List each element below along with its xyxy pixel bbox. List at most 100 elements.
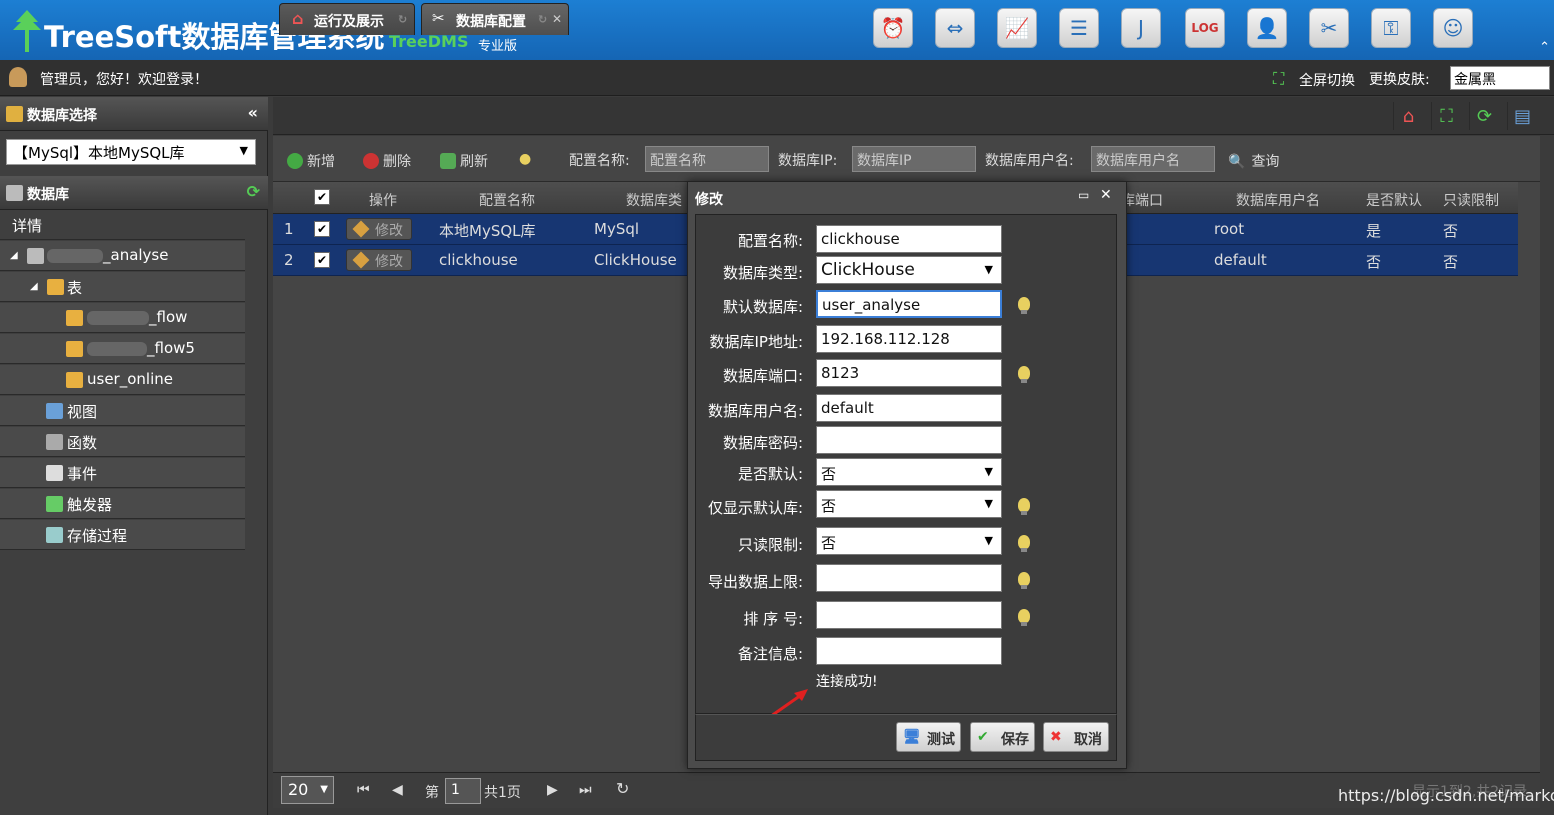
field-label: 数据库IP地址: <box>709 333 803 351</box>
db-password-field[interactable] <box>816 426 1002 454</box>
db-user-field[interactable]: default <box>816 394 1002 422</box>
query-button[interactable]: 🔍 查询 <box>1228 151 1279 171</box>
page-size-select[interactable]: 20 ▼ <box>281 776 334 804</box>
user-admin-icon[interactable]: 👤 <box>1247 8 1287 48</box>
fullscreen-icon[interactable]: ⛶ <box>1431 102 1461 130</box>
col-header-user[interactable]: 数据库用户名 <box>1236 190 1320 210</box>
tab-refresh-icon[interactable]: ↻ <box>398 13 407 26</box>
db-select-dropdown[interactable]: 【MySql】本地MySQL库 ▼ <box>6 139 256 165</box>
test-button[interactable]: 🖥 测试 <box>896 722 961 752</box>
maximize-icon[interactable]: ▭ <box>1078 188 1089 202</box>
row-checkbox[interactable]: ✔ <box>314 252 330 268</box>
is-default-select[interactable]: 否 ▼ <box>816 458 1002 486</box>
db-port-field[interactable]: 8123 <box>816 359 1002 387</box>
readonly-select[interactable]: 否 ▼ <box>816 527 1002 555</box>
user-icon <box>9 67 27 87</box>
chart-icon[interactable]: 📈 <box>997 8 1037 48</box>
cancel-button[interactable]: ✖ 取消 <box>1043 722 1109 752</box>
config-name-input[interactable]: 配置名称 <box>645 146 769 172</box>
tree-item-functions[interactable]: 函数 <box>0 427 245 457</box>
welcome-text: 管理员，您好！欢迎登录！ <box>40 72 208 88</box>
pencil-icon <box>352 220 370 238</box>
home-icon[interactable]: ⌂ <box>1393 102 1423 130</box>
database-icon <box>6 185 23 201</box>
tab-db-config[interactable]: ✂ 数据库配置 ↻ ✕ <box>421 3 569 35</box>
window-icon[interactable]: ▤ <box>1507 102 1537 130</box>
select-all-checkbox[interactable]: ✔ <box>314 189 330 205</box>
refresh-tree-icon[interactable]: ⟳ <box>247 182 260 201</box>
col-header-readonly[interactable]: 只读限制 <box>1443 190 1499 210</box>
tip-bulb-icon[interactable] <box>1018 572 1030 589</box>
field-label: 默认数据库: <box>722 298 803 316</box>
add-button[interactable]: 新增 <box>287 151 335 171</box>
field-label: 数据库用户名: <box>707 402 803 420</box>
tree-item-views[interactable]: 视图 <box>0 396 245 426</box>
save-button[interactable]: ✔ 保存 <box>970 722 1035 752</box>
transfer-icon[interactable]: ⇔ <box>935 8 975 48</box>
tools-icon[interactable]: ✂ <box>1309 8 1349 48</box>
table-icon <box>66 341 83 357</box>
config-name-field[interactable]: clickhouse <box>816 225 1002 253</box>
remarks-field[interactable] <box>816 637 1002 665</box>
tree-item-events[interactable]: 事件 <box>0 458 245 488</box>
tab-run-display[interactable]: ⌂ 运行及展示 ↻ <box>279 3 415 35</box>
fullscreen-icon[interactable]: ⛶ <box>1273 69 1293 89</box>
collapse-header-icon[interactable]: ⌃ <box>1539 40 1550 55</box>
tree-item-triggers[interactable]: 触发器 <box>0 489 245 519</box>
tree-item-table[interactable]: _flow <box>0 303 245 333</box>
refresh-button[interactable]: 刷新 <box>440 151 488 171</box>
col-header-type[interactable]: 数据库类 <box>626 190 682 210</box>
collapse-left-icon[interactable]: « <box>248 103 258 122</box>
tree-item-database[interactable]: ◢ _analyse <box>0 241 245 271</box>
fullscreen-toggle[interactable]: 全屏切换 <box>1299 70 1355 90</box>
sort-order-field[interactable] <box>816 601 1002 629</box>
tree-item-table[interactable]: user_online <box>0 365 245 395</box>
edit-button[interactable]: 修改 <box>346 249 412 271</box>
blurred-text <box>47 249 103 263</box>
skin-select[interactable]: 金属黑 <box>1450 66 1550 90</box>
delete-button[interactable]: 删除 <box>363 151 411 171</box>
reload-icon[interactable]: ↻ <box>616 779 629 798</box>
tab-close-icon[interactable]: ✕ <box>552 12 562 26</box>
refresh-icon[interactable]: ⟳ <box>1469 102 1499 130</box>
export-limit-field[interactable] <box>816 564 1002 592</box>
page-number-input[interactable]: 1 <box>445 778 481 804</box>
tree-item-table[interactable]: _flow5 <box>0 334 245 364</box>
db-user-input[interactable]: 数据库用户名 <box>1091 146 1215 172</box>
tip-bulb-icon[interactable] <box>1018 498 1030 515</box>
key-icon[interactable]: ⚿ <box>1371 8 1411 48</box>
col-header-port[interactable]: 库端口 <box>1121 190 1163 210</box>
tree-item-tables[interactable]: ◢ 表 <box>0 272 245 302</box>
log-icon[interactable]: LOG <box>1185 8 1225 48</box>
person-icon[interactable]: ☺ <box>1433 8 1473 48</box>
tree-item-detail[interactable]: 详情 <box>0 210 245 240</box>
field-label: 数据库端口: <box>722 367 803 385</box>
db-ip-input[interactable]: 数据库IP <box>852 146 976 172</box>
prev-page-icon[interactable]: ◀ <box>392 782 403 798</box>
clock-icon[interactable]: ⏰ <box>873 8 913 48</box>
tip-bulb-icon[interactable] <box>1018 535 1030 552</box>
last-page-icon[interactable]: ⏭ <box>579 782 592 798</box>
col-header-name[interactable]: 配置名称 <box>479 190 535 210</box>
next-page-icon[interactable]: ▶ <box>547 782 558 798</box>
tip-bulb-icon[interactable]: ● <box>519 151 531 167</box>
default-db-field[interactable]: user_analyse <box>816 290 1002 318</box>
java-icon[interactable]: J <box>1121 8 1161 48</box>
tip-bulb-icon[interactable] <box>1018 609 1030 626</box>
row-checkbox[interactable]: ✔ <box>314 221 330 237</box>
tip-bulb-icon[interactable] <box>1018 297 1030 314</box>
edit-button[interactable]: 修改 <box>346 218 412 240</box>
db-select-value: 【MySql】本地MySQL库 <box>13 144 185 162</box>
tree-item-procedures[interactable]: 存储过程 <box>0 520 245 550</box>
page-total: 共1页 <box>484 785 521 801</box>
col-header-default[interactable]: 是否默认 <box>1366 190 1422 210</box>
tab-refresh-icon[interactable]: ↻ <box>538 13 547 26</box>
db-ip-field[interactable]: 192.168.112.128 <box>816 325 1002 353</box>
db-type-select[interactable]: ClickHouse ▼ <box>816 256 1002 284</box>
database-stack-icon[interactable]: ☰ <box>1059 8 1099 48</box>
first-page-icon[interactable]: ⏮ <box>357 782 370 798</box>
close-icon[interactable]: ✕ <box>1100 187 1112 203</box>
tab-bar <box>273 97 1554 135</box>
show-default-db-select[interactable]: 否 ▼ <box>816 490 1002 518</box>
tip-bulb-icon[interactable] <box>1018 366 1030 383</box>
